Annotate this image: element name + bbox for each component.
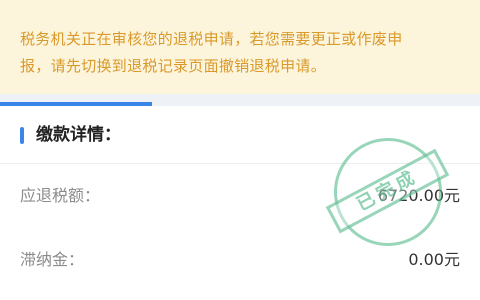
notice-text: 税务机关正在审核您的退税申请，若您需要更正或作废申 报，请先切换到退税记录页面撤… (20, 26, 460, 80)
section-accent-bar (20, 127, 24, 144)
late-fee-row: 滞纳金： 0.00元 (0, 230, 480, 290)
refund-amount-label: 应退税额： (20, 186, 101, 205)
section-title: 缴款详情： (36, 125, 121, 145)
payment-details-card: 缴款详情： 应退税额： 6720.00元 滞纳金： 0.00元 (0, 106, 480, 300)
notice-line-1: 税务机关正在审核您的退税申请，若您需要更正或作废申 (20, 30, 403, 48)
tax-refund-detail-screen: 税务机关正在审核您的退税申请，若您需要更正或作废申 报，请先切换到退税记录页面撤… (0, 0, 480, 300)
refund-amount-value: 6720.00元 (377, 186, 460, 205)
notice-line-2: 报，请先切换到退税记录页面撤销退税申请。 (20, 57, 327, 75)
late-fee-label: 滞纳金： (20, 250, 85, 269)
notice-banner: 税务机关正在审核您的退税申请，若您需要更正或作废申 报，请先切换到退税记录页面撤… (0, 0, 480, 94)
late-fee-value: 0.00元 (408, 250, 460, 269)
refund-amount-row: 应退税额： 6720.00元 (0, 166, 480, 226)
section-header: 缴款详情： (0, 106, 480, 164)
